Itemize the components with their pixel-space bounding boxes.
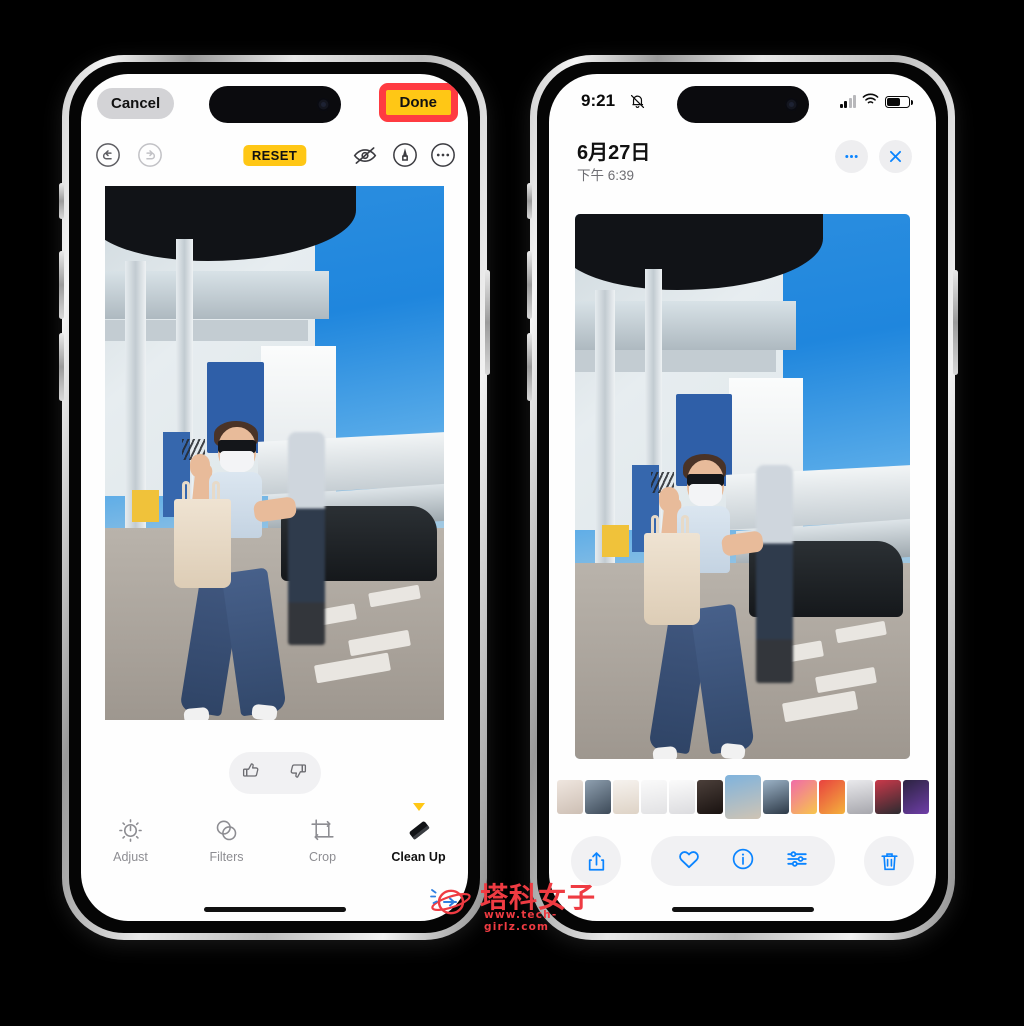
thumbs-down-icon[interactable]	[287, 760, 308, 786]
status-indicators	[839, 93, 913, 111]
tool-label: Clean Up	[391, 850, 446, 864]
status-time: 9:21	[581, 91, 616, 110]
filmstrip-thumb[interactable]	[612, 780, 639, 814]
more-options-button[interactable]	[835, 140, 868, 173]
tool-crop[interactable]: Crop	[290, 813, 356, 864]
filmstrip-thumb[interactable]	[696, 780, 723, 814]
editor-bottom-toolbar: Adjust Filters Crop Clean Up	[81, 803, 468, 887]
cancel-label: Cancel	[111, 95, 161, 112]
close-button[interactable]	[879, 140, 912, 173]
power-button[interactable]	[485, 270, 490, 375]
watermark-url: www.tech-girlz.com	[484, 909, 558, 933]
phone-bezel: 9:21 6月27日 下午 6:39	[537, 62, 948, 933]
battery-icon	[885, 95, 913, 109]
eraser-icon	[386, 813, 452, 847]
bell-slash-icon	[629, 93, 646, 115]
info-button[interactable]	[731, 847, 755, 876]
volume-down-button[interactable]	[527, 333, 532, 401]
filmstrip-thumb[interactable]	[668, 780, 695, 814]
filmstrip-thumb[interactable]	[874, 780, 901, 814]
site-watermark: 塔科女子 www.tech-girlz.com	[428, 876, 608, 933]
photo-subject	[159, 420, 349, 720]
tool-label: Crop	[308, 850, 337, 864]
filmstrip-thumb[interactable]	[584, 780, 611, 814]
reset-badge[interactable]: RESET	[242, 145, 307, 166]
photo-subject	[629, 453, 817, 759]
feedback-pill	[228, 752, 321, 794]
tool-filters[interactable]: Filters	[194, 813, 260, 864]
action-button[interactable]	[527, 183, 532, 219]
cancel-button[interactable]: Cancel	[97, 88, 175, 119]
redo-icon[interactable]	[137, 142, 163, 173]
editor-tool-row: RESET	[81, 138, 468, 180]
filmstrip-thumb[interactable]	[846, 780, 873, 814]
status-bar: 9:21	[549, 74, 936, 132]
tool-label: Adjust	[113, 850, 148, 864]
wifi-icon	[862, 93, 879, 111]
right-phone: 9:21 6月27日 下午 6:39	[527, 55, 958, 940]
crop-icon	[290, 813, 356, 847]
adjust-icon	[98, 813, 164, 847]
adjust-button[interactable]	[785, 847, 809, 876]
phone-bezel: Cancel Done RESET Adjust Filters Crop Cl…	[69, 62, 480, 933]
volume-down-button[interactable]	[59, 333, 64, 401]
home-indicator[interactable]	[671, 906, 814, 912]
power-button[interactable]	[953, 270, 958, 375]
filmstrip-thumb[interactable]	[790, 780, 817, 814]
tool-clean-up[interactable]: Clean Up	[386, 803, 452, 864]
undo-icon[interactable]	[95, 142, 121, 173]
filmstrip-thumb[interactable]	[818, 780, 845, 814]
photo-filmstrip[interactable]	[549, 774, 936, 820]
left-phone: Cancel Done RESET Adjust Filters Crop Cl…	[59, 55, 490, 940]
photo-artwork	[575, 214, 910, 759]
viewer-header: 6月27日 下午 6:39	[549, 136, 936, 194]
eye-slash-icon[interactable]	[352, 142, 378, 173]
viewer-action-pill	[650, 836, 835, 886]
filmstrip-thumb[interactable]	[556, 780, 583, 814]
filmstrip-thumb[interactable]	[902, 780, 929, 814]
delete-button[interactable]	[864, 836, 914, 886]
thumbs-up-icon[interactable]	[241, 760, 262, 786]
photo-date: 6月27日	[577, 142, 651, 164]
filmstrip-thumb[interactable]	[640, 780, 667, 814]
markup-pen-icon[interactable]	[392, 142, 418, 173]
done-button[interactable]: Done	[385, 90, 451, 115]
volume-up-button[interactable]	[527, 251, 532, 319]
edited-photo[interactable]	[105, 186, 444, 720]
left-screen: Cancel Done RESET Adjust Filters Crop Cl…	[81, 74, 468, 921]
photo-artwork	[105, 186, 444, 720]
filmstrip-thumb-current[interactable]	[724, 775, 761, 819]
active-tool-indicator	[412, 803, 425, 811]
home-indicator[interactable]	[203, 906, 346, 912]
tool-adjust[interactable]: Adjust	[98, 813, 164, 864]
ellipsis-icon[interactable]	[430, 142, 456, 173]
filmstrip-thumb[interactable]	[762, 780, 789, 814]
photo-time: 下午 6:39	[577, 168, 635, 183]
done-highlight-box: Done	[378, 83, 458, 122]
screenshot-stage: Cancel Done RESET Adjust Filters Crop Cl…	[0, 0, 1024, 1026]
viewed-photo[interactable]	[575, 214, 910, 759]
editor-top-bar: Cancel Done	[81, 74, 468, 136]
phone-chassis: Cancel Done RESET Adjust Filters Crop Cl…	[59, 55, 490, 940]
action-button[interactable]	[59, 183, 64, 219]
volume-up-button[interactable]	[59, 251, 64, 319]
tool-label: Filters	[209, 850, 244, 864]
filters-icon	[194, 813, 260, 847]
favorite-button[interactable]	[677, 847, 701, 876]
phone-chassis: 9:21 6月27日 下午 6:39	[527, 55, 958, 940]
planet-rocket-icon	[428, 884, 474, 918]
right-screen: 9:21 6月27日 下午 6:39	[549, 74, 936, 921]
signal-bars-icon	[839, 95, 856, 108]
